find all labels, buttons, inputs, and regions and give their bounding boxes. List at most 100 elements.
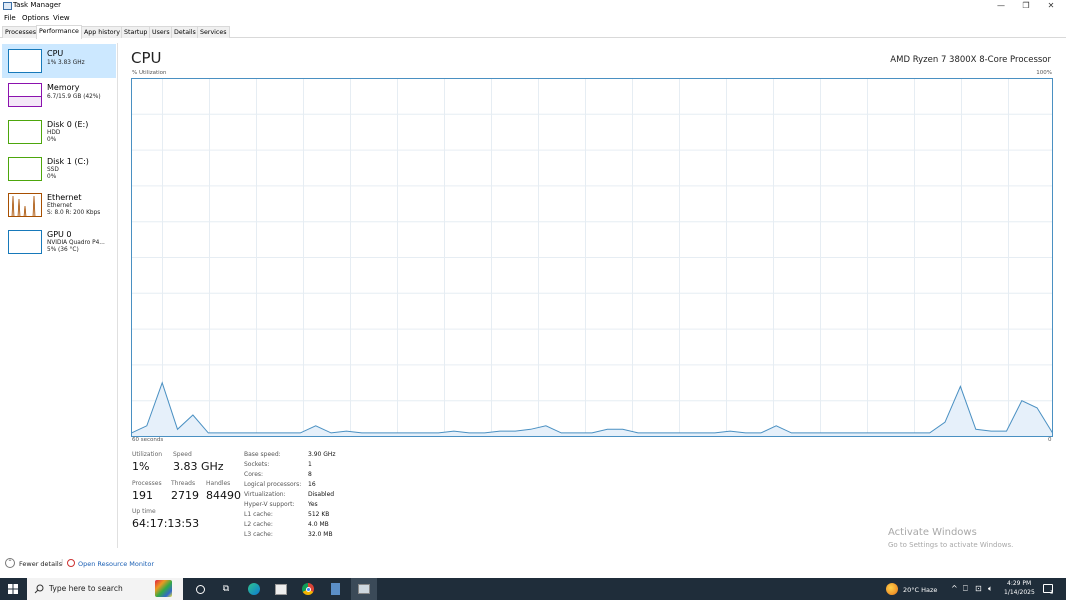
spec-label: Base speed: xyxy=(244,451,281,458)
minimize-button[interactable]: — xyxy=(990,0,1012,12)
spec-value: 512 KB xyxy=(308,511,330,518)
tab-services[interactable]: Services xyxy=(197,26,230,38)
device-icon[interactable]: ⎕ xyxy=(963,584,968,594)
performance-app-button[interactable] xyxy=(270,578,292,600)
sidebar-item-detail: S: 8.0 R: 200 Kbps xyxy=(47,210,101,216)
volume-icon[interactable]: 🔈︎ xyxy=(988,584,993,594)
sidebar-item-disk-1[interactable]: Disk 1 (C:) SSD 0% xyxy=(2,152,116,186)
spec-label: Cores: xyxy=(244,471,264,478)
cpu-thumbnail-graph xyxy=(8,49,42,73)
spec-value: 3.90 GHz xyxy=(308,451,336,458)
sidebar-item-label: CPU xyxy=(47,49,64,58)
calculator-icon xyxy=(330,583,340,595)
menu-file[interactable]: File xyxy=(4,14,16,22)
tab-performance[interactable]: Performance xyxy=(36,25,82,39)
sidebar-item-detail: 1% 3.83 GHz xyxy=(47,60,85,66)
search-highlight-cube-icon[interactable] xyxy=(155,580,172,597)
tab-users[interactable]: Users xyxy=(149,26,173,38)
menu-options[interactable]: Options xyxy=(22,14,49,22)
activation-watermark-title: Activate Windows xyxy=(888,527,977,538)
spec-value: Yes xyxy=(308,501,318,508)
threads-value: 2719 xyxy=(171,489,199,502)
clock-date[interactable]: 1/14/2025 xyxy=(1004,589,1035,596)
spec-value: Disabled xyxy=(308,491,335,498)
spec-value: 32.0 MB xyxy=(308,531,333,538)
spec-label: L1 cache: xyxy=(244,511,273,518)
menu-view[interactable]: View xyxy=(53,14,70,22)
sidebar-item-label: Memory xyxy=(47,83,80,92)
tab-processes[interactable]: Processes xyxy=(2,26,40,38)
close-button[interactable]: ✕ xyxy=(1040,0,1062,12)
handles-value: 84490 xyxy=(206,489,241,502)
taskbar-search-box[interactable]: Type here to search xyxy=(27,578,183,600)
cortana-circle-icon xyxy=(195,584,205,594)
sidebar-item-detail: 6.7/15.9 GB (42%) xyxy=(47,94,101,100)
cpu-utilization-chart xyxy=(131,78,1053,437)
open-resource-monitor-link[interactable]: Open Resource Monitor xyxy=(78,560,154,568)
sidebar-item-gpu-0[interactable]: GPU 0 NVIDIA Quadro P4... 5% (36 °C) xyxy=(2,225,116,259)
tab-details[interactable]: Details xyxy=(171,26,199,38)
sidebar-item-disk-0[interactable]: Disk 0 (E:) HDD 0% xyxy=(2,115,116,149)
uptime-value: 64:17:13:53 xyxy=(132,517,200,530)
tab-startup[interactable]: Startup xyxy=(121,26,151,38)
activation-watermark-subtitle: Go to Settings to activate Windows. xyxy=(888,541,1014,549)
chrome-app-button[interactable] xyxy=(297,578,319,600)
utilization-value: 1% xyxy=(132,460,150,473)
spec-value: 4.0 MB xyxy=(308,521,329,528)
monitor-app-icon xyxy=(275,583,287,595)
sidebar-item-detail: 0% xyxy=(47,174,57,180)
spec-value: 1 xyxy=(308,461,312,468)
tab-app-history[interactable]: App history xyxy=(81,26,123,38)
gpu-thumbnail-graph xyxy=(8,230,42,254)
windows-logo-icon xyxy=(8,584,18,594)
page-title: CPU xyxy=(131,49,162,67)
task-manager-icon xyxy=(3,2,12,10)
spec-label: Sockets: xyxy=(244,461,270,468)
sidebar-item-memory[interactable]: Memory 6.7/15.9 GB (42%) xyxy=(2,78,116,112)
weather-text[interactable]: 20°C Haze xyxy=(903,586,937,594)
y-axis-max-label: 100% xyxy=(1036,70,1052,76)
sidebar-item-label: Disk 0 (E:) xyxy=(47,120,89,129)
fewer-details-button[interactable]: Fewer details xyxy=(19,560,62,568)
threads-label: Threads xyxy=(171,480,196,487)
utilization-label: Utilization xyxy=(132,451,163,458)
restore-button[interactable]: ❐ xyxy=(1015,0,1037,12)
start-button[interactable] xyxy=(2,578,24,600)
network-icon[interactable]: ⊡ xyxy=(975,584,982,593)
processes-label: Processes xyxy=(132,480,162,487)
speed-value: 3.83 GHz xyxy=(173,460,224,473)
chrome-icon xyxy=(302,583,314,595)
chevron-up-icon[interactable]: ⌃ xyxy=(5,558,15,568)
clock-time[interactable]: 4:29 PM xyxy=(1007,580,1031,587)
window-title: Task Manager xyxy=(13,1,62,9)
sidebar-item-detail: 0% xyxy=(47,137,57,143)
edge-app-button[interactable] xyxy=(243,578,265,600)
spec-label: Logical processors: xyxy=(244,481,302,488)
handles-label: Handles xyxy=(206,480,231,487)
disk-0-thumbnail-graph xyxy=(8,120,42,144)
calculator-app-button[interactable] xyxy=(324,578,346,600)
weather-icon[interactable] xyxy=(886,583,898,595)
spec-value: 16 xyxy=(308,481,316,488)
task-view-button[interactable]: ⧉ xyxy=(215,578,237,600)
sidebar-item-label: GPU 0 xyxy=(47,230,72,239)
show-hidden-icons-chevron-icon[interactable]: ^ xyxy=(951,584,958,593)
chart-grid xyxy=(131,78,1053,437)
processor-name: AMD Ryzen 7 3800X 8-Core Processor xyxy=(890,55,1051,65)
x-axis-right-label: 0 xyxy=(1048,437,1052,443)
title-bar: Task Manager — ❐ ✕ xyxy=(0,0,1066,12)
task-manager-taskbar-icon xyxy=(358,584,370,594)
sidebar-item-cpu[interactable]: CPU 1% 3.83 GHz xyxy=(2,44,116,78)
search-placeholder: Type here to search xyxy=(49,584,123,593)
sidebar-item-ethernet[interactable]: Ethernet Ethernet S: 8.0 R: 200 Kbps xyxy=(2,188,116,222)
sidebar-item-detail: HDD xyxy=(47,130,61,136)
task-manager-app-button[interactable] xyxy=(351,578,377,600)
spec-label: L2 cache: xyxy=(244,521,273,528)
sidebar-item-detail: Ethernet xyxy=(47,203,72,209)
resource-sidebar: CPU 1% 3.83 GHz Memory 6.7/15.9 GB (42%)… xyxy=(0,43,118,548)
tab-bar: Processes Performance App history Startu… xyxy=(0,25,1066,39)
uptime-label: Up time xyxy=(132,508,156,515)
ethernet-thumbnail-graph xyxy=(8,193,42,217)
processes-value: 191 xyxy=(132,489,153,502)
cortana-button[interactable] xyxy=(189,578,211,600)
